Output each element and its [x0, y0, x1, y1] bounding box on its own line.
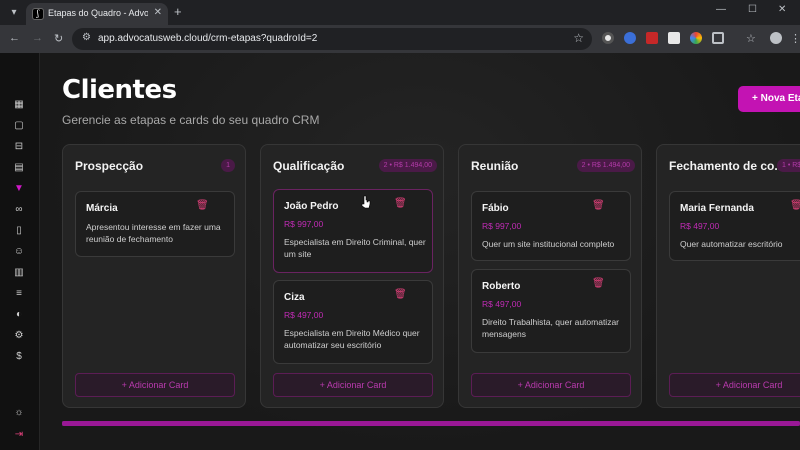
phone-icon[interactable]: ▯: [12, 224, 26, 238]
dashboard-icon[interactable]: ▦: [12, 98, 26, 112]
browser-window: ▾ ʃ Etapas do Quadro - Advocatus ✕ + — ☐…: [0, 0, 800, 450]
maximize-icon[interactable]: ☐: [748, 4, 757, 15]
link-icon[interactable]: ∞: [12, 203, 26, 217]
card-client-name: João Pedro: [284, 201, 339, 212]
briefcase-icon[interactable]: ⊟: [12, 140, 26, 154]
crm-app: ▦ ▢ ⊟ ▤ ▼ ∞ ▯ ☺ ▥ ≡ ◐ ⚙ $ ☼ ⇥ Clientes G…: [0, 53, 800, 450]
main-content: Clientes Gerencie as etapas e cards do s…: [40, 53, 800, 450]
card-client-name: Ciza: [284, 292, 305, 303]
card-price: R$ 497,00: [680, 221, 720, 231]
minimize-icon[interactable]: —: [716, 4, 726, 15]
card-description: Direito Trabalhista, quer automatizar me…: [482, 317, 620, 339]
trash-icon[interactable]: 🗑: [394, 198, 407, 209]
close-icon[interactable]: ✕: [154, 7, 162, 18]
client-card[interactable]: Ciza 🗑 R$ 497,00 Especialista em Direito…: [273, 280, 433, 364]
reload-icon[interactable]: ↻: [54, 32, 63, 45]
stage-title: Fechamento de co...: [669, 159, 785, 173]
tab-search-icon[interactable]: ▾: [6, 5, 22, 21]
extension-icon[interactable]: [690, 32, 702, 44]
users-icon[interactable]: ☺: [12, 245, 26, 259]
client-card[interactable]: Maria Fernanda 🗑 R$ 497,00 Quer automati…: [669, 191, 800, 261]
dollar-icon[interactable]: $: [12, 350, 26, 364]
card-price: R$ 497,00: [284, 310, 324, 320]
card-description: Apresentou interesse em fazer uma reuniã…: [86, 222, 221, 244]
card-price: R$ 997,00: [284, 219, 324, 229]
card-description: Especialista em Direito Médico quer auto…: [284, 328, 420, 350]
menu-icon[interactable]: ⋮: [790, 32, 800, 45]
advocatus-logo-icon: ʃ: [32, 8, 44, 20]
horizontal-scrollbar[interactable]: [62, 421, 800, 426]
card-client-name: Fábio: [482, 203, 509, 214]
stage-title: Qualificação: [273, 159, 345, 173]
browser-tab[interactable]: ʃ Etapas do Quadro - Advocatus ✕: [26, 3, 168, 25]
file-text-icon[interactable]: ▥: [12, 266, 26, 280]
card-price: R$ 497,00: [482, 299, 522, 309]
chat-icon[interactable]: ▢: [12, 119, 26, 133]
trash-icon[interactable]: 🗑: [196, 200, 209, 211]
stage-title: Prospecção: [75, 159, 144, 173]
window-close-icon[interactable]: ✕: [778, 4, 786, 15]
theme-sun-icon[interactable]: ☼: [12, 406, 26, 420]
sidebar: ▦ ▢ ⊟ ▤ ▼ ∞ ▯ ☺ ▥ ≡ ◐ ⚙ $ ☼ ⇥: [0, 53, 40, 450]
add-card-button[interactable]: + Adicionar Card: [669, 373, 800, 397]
stage-column: Qualificação 2 • R$ 1.494,00 João Pedro …: [260, 144, 444, 408]
stage-title: Reunião: [471, 159, 519, 173]
profile-avatar[interactable]: [770, 32, 782, 44]
document-icon[interactable]: ▤: [12, 161, 26, 175]
card-description: Quer automatizar escritório: [680, 239, 783, 249]
scrollbar-thumb[interactable]: [62, 421, 800, 426]
list-icon[interactable]: ≡: [12, 287, 26, 301]
extensions-puzzle-icon[interactable]: [712, 32, 724, 44]
tab-title: Etapas do Quadro - Advocatus: [48, 8, 148, 18]
site-info-icon[interactable]: ⚙: [82, 32, 91, 43]
card-client-name: Márcia: [86, 203, 118, 214]
stage-count-badge: 1: [221, 159, 235, 172]
headset-icon[interactable]: ◐: [12, 308, 26, 322]
trash-icon[interactable]: 🗑: [394, 289, 407, 300]
extension-icon[interactable]: [646, 32, 658, 44]
add-card-button[interactable]: + Adicionar Card: [471, 373, 631, 397]
url-text: app.advocatusweb.cloud/crm-etapas?quadro…: [98, 33, 318, 44]
trash-icon[interactable]: 🗑: [592, 200, 605, 211]
extension-icon[interactable]: [624, 32, 636, 44]
client-card[interactable]: Fábio 🗑 R$ 997,00 Quer um site instituci…: [471, 191, 631, 261]
address-bar[interactable]: ⚙ app.advocatusweb.cloud/crm-etapas?quad…: [72, 28, 592, 50]
logout-icon[interactable]: ⇥: [12, 428, 26, 442]
client-card[interactable]: Roberto 🗑 R$ 497,00 Direito Trabalhista,…: [471, 269, 631, 353]
card-description: Especialista em Direito Criminal, quer u…: [284, 237, 426, 259]
client-card[interactable]: João Pedro 🗑 R$ 997,00 Especialista em D…: [273, 189, 433, 273]
forward-icon[interactable]: →: [32, 32, 43, 44]
page-subtitle: Gerencie as etapas e cards do seu quadro…: [62, 113, 320, 127]
stage-count-badge: 1 • R$: [777, 159, 800, 172]
new-tab-icon[interactable]: +: [174, 4, 182, 19]
settings-icon[interactable]: ⚙: [12, 329, 26, 343]
stage-column: Prospecção 1 Márcia 🗑 Apresentou interes…: [62, 144, 246, 408]
card-client-name: Roberto: [482, 281, 521, 292]
back-icon[interactable]: ←: [9, 32, 20, 44]
card-description: Quer um site institucional completo: [482, 239, 615, 249]
extension-icon[interactable]: [668, 32, 680, 44]
mouse-cursor-icon: [361, 195, 371, 209]
browser-toolbar: ← → ↻ ⚙ app.advocatusweb.cloud/crm-etapa…: [0, 25, 800, 53]
extension-icon[interactable]: [602, 32, 614, 44]
trash-icon[interactable]: 🗑: [790, 200, 800, 211]
trash-icon[interactable]: 🗑: [592, 278, 605, 289]
stage-column: Fechamento de co... 1 • R$ Maria Fernand…: [656, 144, 800, 408]
tab-strip: ▾ ʃ Etapas do Quadro - Advocatus ✕ + — ☐…: [0, 0, 800, 25]
add-card-button[interactable]: + Adicionar Card: [75, 373, 235, 397]
card-client-name: Maria Fernanda: [680, 203, 754, 214]
page-title: Clientes: [62, 75, 177, 105]
card-price: R$ 997,00: [482, 221, 522, 231]
add-card-button[interactable]: + Adicionar Card: [273, 373, 433, 397]
stage-count-badge: 2 • R$ 1.494,00: [378, 159, 437, 172]
stage-column: Reunião 2 • R$ 1.494,00 Fábio 🗑 R$ 997,0…: [458, 144, 642, 408]
reading-list-icon[interactable]: ☆: [746, 32, 756, 45]
funnel-icon[interactable]: ▼: [12, 182, 26, 196]
stage-count-badge: 2 • R$ 1.494,00: [576, 159, 635, 172]
bookmark-star-icon[interactable]: ☆: [573, 31, 584, 45]
new-stage-button[interactable]: + Nova Etapa: [738, 86, 800, 112]
client-card[interactable]: Márcia 🗑 Apresentou interesse em fazer u…: [75, 191, 235, 257]
